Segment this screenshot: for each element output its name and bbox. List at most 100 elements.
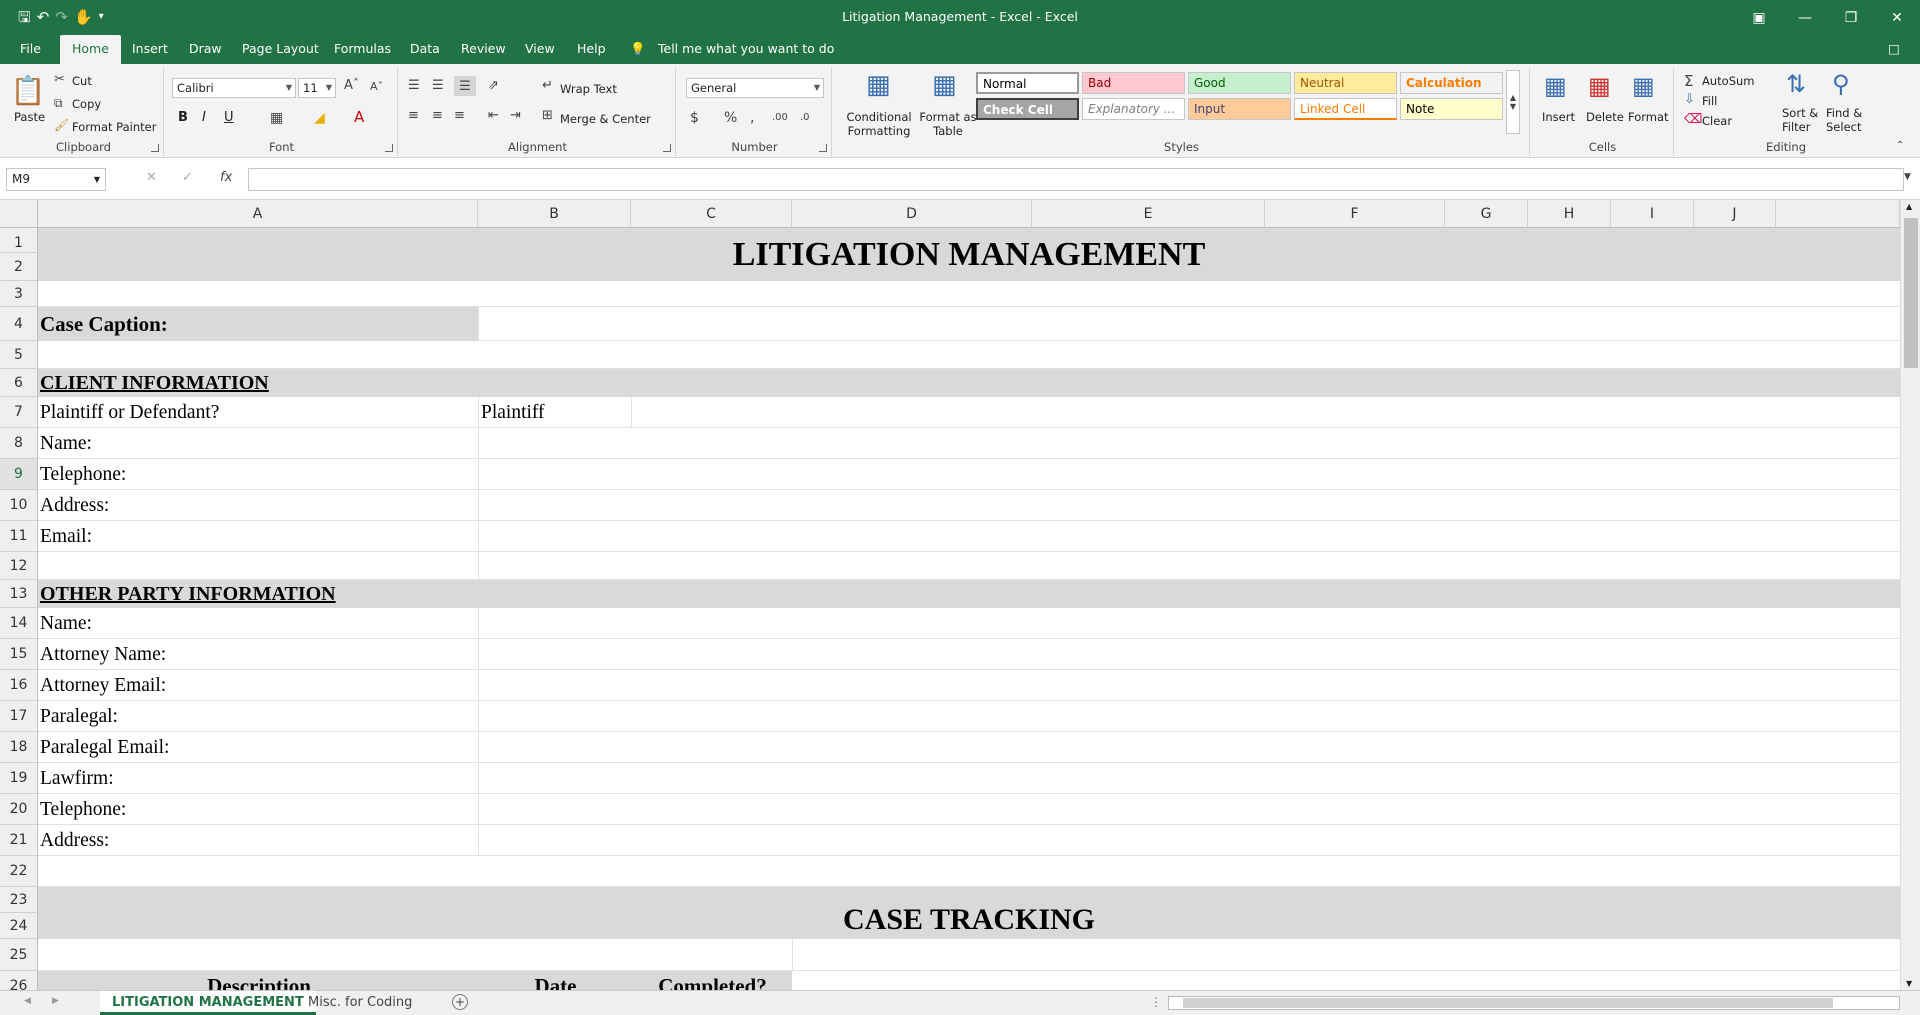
borders-icon[interactable]: ▦ [270, 110, 283, 126]
client-field-label[interactable]: Telephone: [38, 459, 478, 490]
h-scroll-thumb[interactable] [1183, 998, 1833, 1008]
next-sheet-icon[interactable]: ▶ [52, 996, 59, 1006]
style-calculation[interactable]: Calculation [1400, 72, 1503, 94]
bottom-align-icon[interactable]: ☰ [454, 76, 476, 96]
cancel-icon[interactable]: ✕ [146, 170, 157, 185]
client-info-header[interactable]: CLIENT INFORMATION [38, 369, 738, 397]
column-header-a[interactable]: A [38, 200, 478, 228]
row-header-18[interactable]: 18 [0, 732, 38, 763]
column-header-f[interactable]: F [1265, 200, 1445, 228]
row-header-10[interactable]: 10 [0, 490, 38, 521]
prev-sheet-icon[interactable]: ◀ [24, 996, 31, 1006]
cut-button[interactable]: Cut [72, 74, 92, 88]
row-header-24[interactable]: 24 [0, 913, 38, 939]
row-header-1[interactable]: 1 [0, 228, 38, 253]
close-icon[interactable]: ✕ [1874, 0, 1920, 35]
column-header-g[interactable]: G [1445, 200, 1528, 228]
restore-icon[interactable]: ❐ [1828, 0, 1874, 35]
tab-page-layout[interactable]: Page Layout [242, 35, 319, 64]
scroll-down-icon[interactable]: ▼ [1906, 979, 1912, 988]
scroll-thumb[interactable] [1904, 218, 1918, 368]
increase-indent-icon[interactable]: ⇥ [510, 108, 521, 123]
case-tracking-title[interactable]: CASE TRACKING [38, 887, 1900, 939]
sheet-title[interactable]: LITIGATION MANAGEMENT [38, 228, 1900, 281]
italic-button[interactable]: I [202, 110, 206, 125]
row-header-23[interactable]: 23 [0, 887, 38, 913]
row-header-7[interactable]: 7 [0, 397, 38, 428]
name-box[interactable]: M9 ▼ [6, 168, 106, 191]
tab-file[interactable]: File [20, 35, 41, 64]
other-party-field-label[interactable]: Paralegal Email: [38, 732, 478, 763]
row-header-8[interactable]: 8 [0, 428, 38, 459]
other-party-field-label[interactable]: Paralegal: [38, 701, 478, 732]
sheet-tab-misc-coding[interactable]: Misc. for Coding [296, 991, 424, 1015]
increase-decimal-icon[interactable]: .00 [772, 112, 788, 123]
column-header-c[interactable]: C [631, 200, 792, 228]
other-party-field-label[interactable]: Attorney Name: [38, 639, 478, 670]
enter-icon[interactable]: ✓ [182, 170, 193, 185]
paste-icon[interactable]: 📋 [10, 72, 46, 108]
fill-button[interactable]: Fill [1702, 94, 1717, 108]
font-name-select[interactable]: Calibri ▼ [172, 78, 296, 98]
column-header-h[interactable]: H [1528, 200, 1611, 228]
other-party-field-label[interactable]: Attorney Email: [38, 670, 478, 701]
client-field-label[interactable]: Address: [38, 490, 478, 521]
style-input[interactable]: Input [1188, 98, 1291, 120]
fill-color-icon[interactable]: ◢ [314, 110, 325, 126]
tab-insert[interactable]: Insert [132, 35, 168, 64]
formula-input[interactable] [248, 168, 1904, 191]
row-header-17[interactable]: 17 [0, 701, 38, 732]
clear-button[interactable]: Clear [1702, 114, 1732, 128]
new-sheet-icon[interactable]: + [452, 994, 468, 1010]
delete-cells-button[interactable]: Delete [1586, 110, 1624, 124]
col-date-header[interactable]: Date [478, 971, 631, 990]
merge-center-button[interactable]: Merge & Center [560, 112, 651, 126]
minimize-icon[interactable]: — [1782, 0, 1828, 35]
collapse-ribbon-icon[interactable]: ⌃ [1896, 140, 1904, 151]
font-size-select[interactable]: 11 ▼ [298, 78, 336, 98]
client-field-label[interactable]: Plaintiff or Defendant? [38, 397, 478, 428]
row-header-11[interactable]: 11 [0, 521, 38, 552]
row-header-13[interactable]: 13 [0, 580, 38, 608]
bold-button[interactable]: B [178, 110, 188, 125]
sheet-tab-litigation-management[interactable]: LITIGATION MANAGEMENT [100, 991, 316, 1015]
style-bad[interactable]: Bad [1082, 72, 1185, 94]
row-header-25[interactable]: 25 [0, 939, 38, 971]
comments-icon[interactable]: □ [1888, 35, 1900, 64]
align-left-icon[interactable]: ≡ [408, 108, 419, 123]
row-header-19[interactable]: 19 [0, 763, 38, 794]
case-caption-label[interactable]: Case Caption: [38, 307, 478, 341]
col-description-header[interactable]: Description [38, 971, 478, 990]
tell-me-search[interactable]: Tell me what you want to do [658, 35, 834, 64]
underline-button[interactable]: U [224, 110, 234, 125]
clipboard-launcher[interactable] [151, 144, 159, 152]
middle-align-icon[interactable]: ☰ [432, 78, 444, 93]
style-note[interactable]: Note [1400, 98, 1503, 120]
row-header-12[interactable]: 12 [0, 552, 38, 580]
select-all-corner[interactable] [0, 200, 38, 228]
decrease-indent-icon[interactable]: ⇤ [488, 108, 499, 123]
format-cells-button[interactable]: Format [1628, 110, 1669, 124]
number-launcher[interactable] [819, 144, 827, 152]
top-align-icon[interactable]: ☰ [408, 78, 420, 93]
wrap-text-button[interactable]: Wrap Text [560, 82, 617, 96]
column-header-b[interactable]: B [478, 200, 631, 228]
tab-view[interactable]: View [525, 35, 555, 64]
insert-function-icon[interactable]: fx [220, 170, 232, 185]
row-header-14[interactable]: 14 [0, 608, 38, 639]
row-header-4[interactable]: 4 [0, 307, 38, 341]
client-field-label[interactable]: Name: [38, 428, 478, 459]
horizontal-scrollbar[interactable] [1168, 996, 1900, 1010]
find-select-button[interactable]: Find & Select [1826, 106, 1876, 134]
vertical-scrollbar[interactable]: ▲ ▼ [1900, 200, 1920, 990]
row-header-2[interactable]: 2 [0, 253, 38, 281]
row-header-15[interactable]: 15 [0, 639, 38, 670]
style-good[interactable]: Good [1188, 72, 1291, 94]
tab-help[interactable]: Help [577, 35, 606, 64]
autosum-button[interactable]: AutoSum [1702, 74, 1755, 88]
decrease-decimal-icon[interactable]: .0 [800, 112, 810, 123]
tab-draw[interactable]: Draw [189, 35, 222, 64]
style-neutral[interactable]: Neutral [1294, 72, 1397, 94]
row-header-22[interactable]: 22 [0, 856, 38, 887]
alignment-launcher[interactable] [663, 144, 671, 152]
